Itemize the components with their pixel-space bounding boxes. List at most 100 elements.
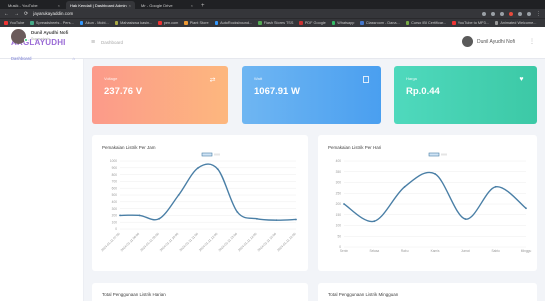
panel-title: Total Penggunaan Listrik Harian xyxy=(102,292,166,297)
weekly-total-panel: Total Penggunaan Listrik Mingguan xyxy=(318,283,537,301)
home-icon: ⌂ xyxy=(72,56,75,61)
data-point xyxy=(434,173,436,175)
sidebar-user-role: Superadmin xyxy=(31,37,50,41)
y-tick-label: 1000 xyxy=(110,159,117,163)
bookmark-label: Mahasiswa kasin... xyxy=(120,21,153,25)
data-point xyxy=(255,217,258,220)
bookmark-item[interactable]: Plant Store xyxy=(184,21,209,25)
stat-card-harga: Harga Rp.0.44 ♥ xyxy=(394,66,537,124)
bookmark-label: pen.com xyxy=(163,21,179,25)
y-tick-label: 900 xyxy=(112,166,118,170)
top-navbar: ARGLAYUDHI ≡ Dashboard Dunil Ayudhi Nofi… xyxy=(0,27,545,59)
bookmark-item[interactable]: Flash Stores TSS xyxy=(258,21,293,25)
profile-icon[interactable] xyxy=(527,11,531,16)
bookmark-label: Whatsapp xyxy=(337,21,355,25)
user-name[interactable]: Dunil Ayudhi Nofi xyxy=(477,39,515,45)
y-tick-label: 400 xyxy=(112,200,118,204)
browser-tab[interactable]: Hak Kendali | Dashboard Admin × xyxy=(66,1,135,9)
panel-title: Pemakaian Listrik Per Jam xyxy=(102,145,156,150)
bookmark-item[interactable]: Whatsapp xyxy=(331,21,355,25)
bookmark-label: AutoRocksbound... xyxy=(220,21,253,25)
data-point xyxy=(403,185,406,188)
x-tick-label: 2024-01-11 13:00 xyxy=(218,232,239,253)
data-point xyxy=(275,219,278,222)
close-tab-icon[interactable]: × xyxy=(58,3,60,8)
data-point xyxy=(525,207,527,210)
online-status-icon xyxy=(24,38,28,42)
y-tick-label: 150 xyxy=(336,213,342,217)
bookmark-item[interactable]: YouTube to MP3... xyxy=(452,21,489,25)
bookmark-label: YouTube to MP3... xyxy=(457,21,489,25)
heart-icon: ♥ xyxy=(519,76,524,83)
bookmark-item[interactable]: Spreadsheets - Pers... xyxy=(30,21,74,25)
bookmark-item[interactable]: AutoRocksbound... xyxy=(214,21,253,25)
data-point xyxy=(494,185,497,188)
browser-menu-icon[interactable]: ⋮ xyxy=(536,11,541,17)
panel-title: Total Penggunaan Listrik Mingguan xyxy=(328,292,399,297)
y-tick-label: 200 xyxy=(336,202,342,206)
forward-icon[interactable]: → xyxy=(14,11,19,17)
bookmark-item[interactable]: Classroom - Dana... xyxy=(360,21,400,25)
x-tick-label: 2024-01-11 09:00 xyxy=(139,232,160,253)
daily-usage-chart: 050100150200250300350400Senin Selasa Rabu K… xyxy=(336,152,531,253)
bookmark-favicon-icon xyxy=(331,21,336,25)
data-point xyxy=(158,217,161,220)
y-tick-label: 250 xyxy=(336,191,342,195)
x-tick-label: 2024-01-11 12:00 xyxy=(198,232,219,253)
bookmark-item[interactable]: YouTube xyxy=(4,21,24,25)
y-tick-label: 800 xyxy=(112,173,118,177)
avatar[interactable] xyxy=(462,36,473,47)
extension-icon[interactable] xyxy=(482,11,486,16)
document-icon xyxy=(361,75,370,84)
daily-total-panel: Total Penggunaan Listrik Harian xyxy=(92,283,308,301)
bookmark-favicon-icon xyxy=(4,21,8,25)
x-tick-label: 2024-01-11 10:00 xyxy=(159,232,180,253)
browser-tab[interactable]: Musik - YouTube × xyxy=(4,1,64,9)
hourly-usage-panel: Pemakaian Listrik Per Jam 0 100 200 300 400 5… xyxy=(92,135,308,271)
bookmark-favicon-icon xyxy=(158,21,162,25)
sidebar-item-dashboard[interactable]: Dashboard ⌂ xyxy=(11,56,75,61)
close-tab-icon[interactable]: × xyxy=(191,3,193,8)
data-point xyxy=(236,211,239,213)
bookmark-item[interactable]: PDF Google xyxy=(299,21,326,25)
bookmark-item[interactable]: Mahasiswa kasin... xyxy=(114,21,153,25)
bookmark-favicon-icon xyxy=(494,21,499,25)
y-tick-label: 700 xyxy=(112,180,118,184)
bookmark-favicon-icon xyxy=(360,21,364,25)
extension-icon[interactable] xyxy=(518,11,522,16)
bookmark-item[interactable]: Akun - Mobi... xyxy=(79,21,109,25)
extension-icon[interactable] xyxy=(500,11,504,16)
bookmark-item[interactable]: pen.com xyxy=(158,21,178,25)
browser-tab-bar: Musik - YouTube × Hak Kendali | Dashboard… xyxy=(0,0,545,9)
more-icon[interactable]: ⋮ xyxy=(529,38,535,45)
bookmark-item[interactable]: Animated Welcome... xyxy=(494,21,536,25)
stat-value: Rp.0.44 xyxy=(406,86,440,97)
series-line xyxy=(343,171,527,223)
close-tab-icon[interactable]: × xyxy=(129,3,131,8)
bookmark-item[interactable]: Curso IBI Certificar... xyxy=(405,21,447,25)
back-icon[interactable]: ← xyxy=(4,11,9,17)
reload-icon[interactable]: ⟳ xyxy=(24,11,28,17)
extension-icon[interactable] xyxy=(509,11,513,16)
stat-card-voltage: Voltage 237.76 V ⇄ xyxy=(92,66,228,124)
bookmark-favicon-icon xyxy=(299,21,303,25)
x-tick-label: Sabtu xyxy=(491,249,500,253)
extension-icon[interactable] xyxy=(491,11,495,16)
bookmark-favicon-icon xyxy=(30,21,34,25)
bookmark-label: Flash Stores TSS xyxy=(263,21,294,25)
stat-label: Watt xyxy=(254,76,263,81)
stat-card-watt: Watt 1067.91 W xyxy=(242,66,381,124)
bookmark-label: Curso IBI Certificar... xyxy=(411,21,447,25)
bookmark-label: Spreadsheets - Pers... xyxy=(35,21,74,25)
menu-toggle-icon[interactable]: ≡ xyxy=(91,39,95,46)
tab-label: Mr - Google Drive xyxy=(140,2,173,8)
sidebar-user-name: Dunil Ayudhi Nofi xyxy=(31,30,69,35)
y-tick-label: 0 xyxy=(115,227,117,231)
browser-tab[interactable]: Mr - Google Drive × xyxy=(137,1,197,9)
y-tick-label: 500 xyxy=(112,193,118,197)
x-tick-label: Rabu xyxy=(401,249,409,253)
url-field[interactable]: jayarukayaddin.com xyxy=(33,11,73,16)
bookmark-favicon-icon xyxy=(114,21,119,25)
data-point xyxy=(177,194,180,196)
bookmark-favicon-icon xyxy=(452,21,456,25)
